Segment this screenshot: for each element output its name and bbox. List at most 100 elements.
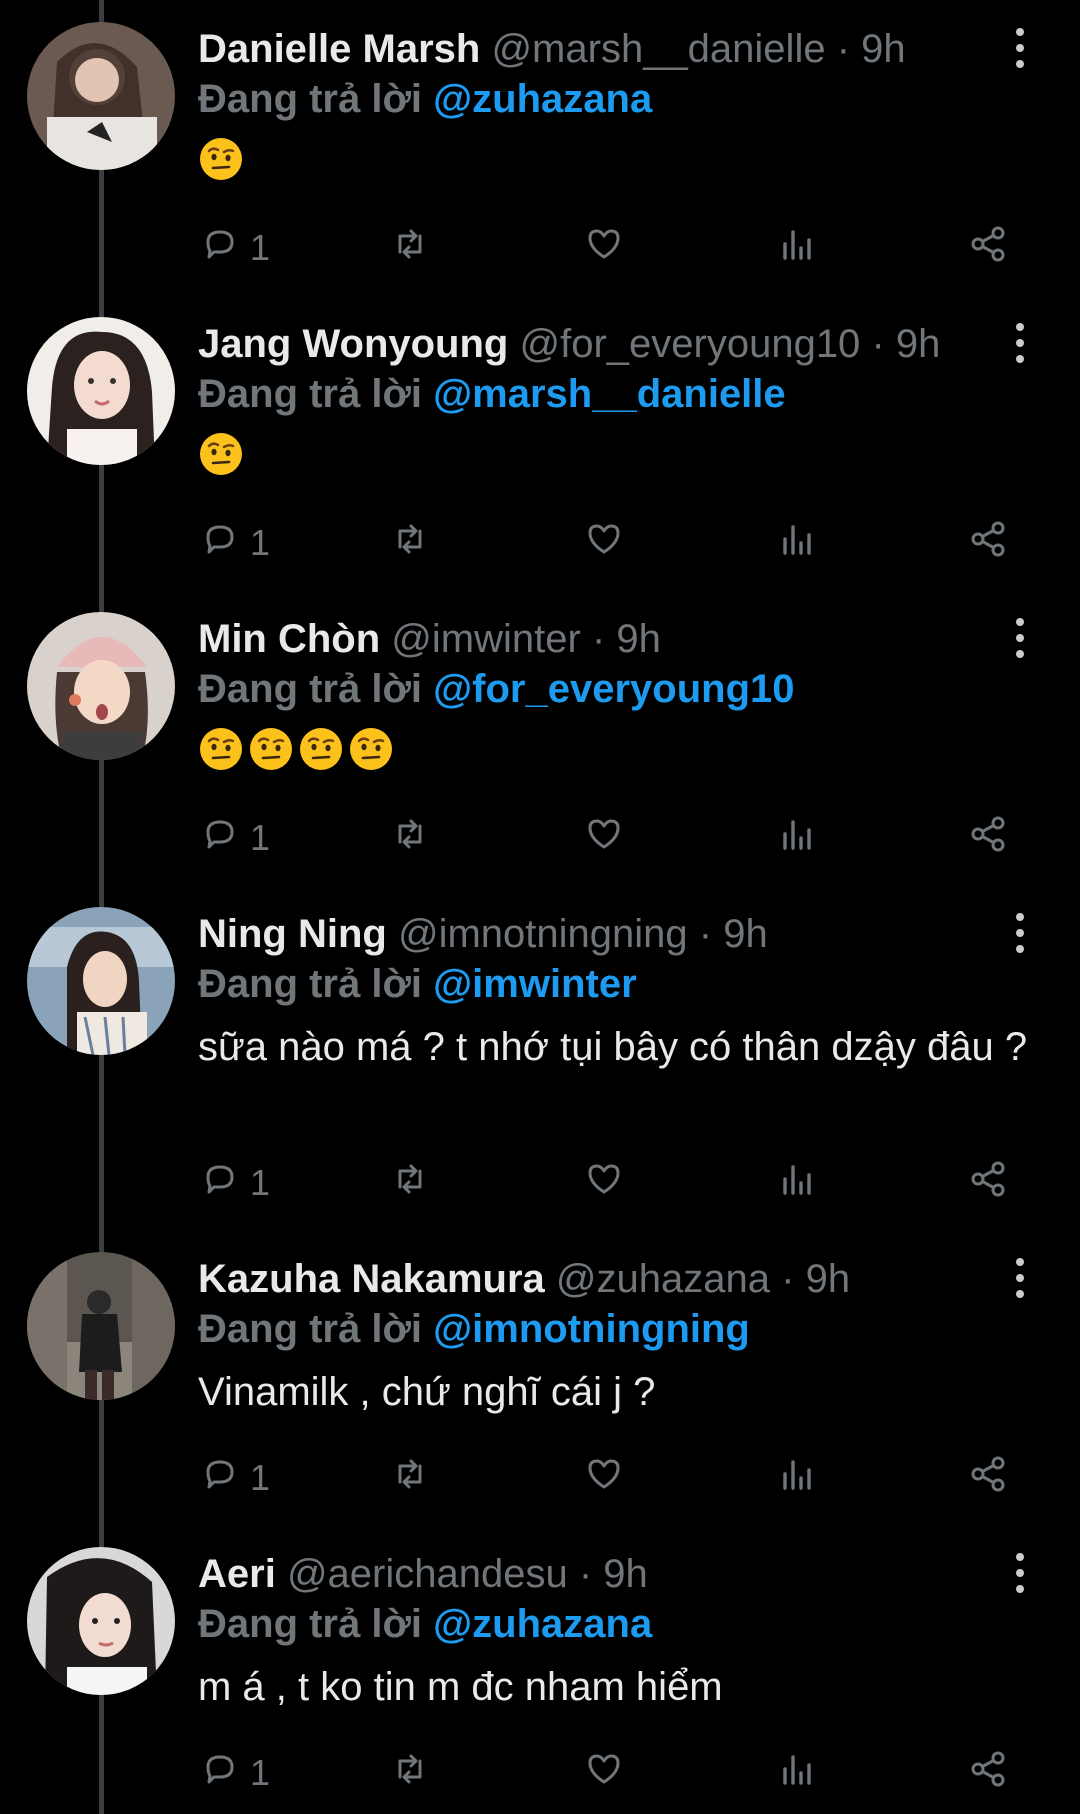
like-button[interactable]: [584, 1743, 624, 1803]
handle[interactable]: @for_everyoung10: [519, 322, 860, 366]
tweet[interactable]: Danielle Marsh @marsh__danielle · 9h Đan…: [0, 0, 1080, 295]
avatar[interactable]: [27, 612, 175, 760]
avatar[interactable]: [27, 317, 175, 465]
reply-icon: [200, 1749, 240, 1798]
reply-button[interactable]: 1: [200, 1743, 270, 1803]
timestamp[interactable]: 9h: [861, 27, 906, 71]
reply-mention[interactable]: @for_everyoung10: [433, 667, 794, 711]
tweet[interactable]: Min Chòn @imwinter · 9h Đang trả lời @fo…: [0, 590, 1080, 885]
tweet-body: [198, 431, 1048, 477]
tweet-header: Min Chòn @imwinter · 9h: [198, 616, 970, 662]
tweet[interactable]: Ning Ning @imnotningning · 9h Đang trả l…: [0, 885, 1080, 1230]
reply-button[interactable]: 1: [200, 1448, 270, 1508]
share-button[interactable]: [968, 1448, 1008, 1508]
share-icon: [968, 224, 1008, 273]
reply-mention[interactable]: @imnotningning: [433, 1307, 750, 1351]
like-button[interactable]: [584, 1153, 624, 1213]
reply-count: 1: [250, 1752, 271, 1793]
reply-mention[interactable]: @zuhazana: [433, 1602, 652, 1646]
share-button[interactable]: [968, 513, 1008, 573]
timestamp[interactable]: 9h: [616, 617, 661, 661]
retweet-button[interactable]: [390, 1153, 430, 1213]
timestamp[interactable]: 9h: [806, 1257, 851, 1301]
reply-button[interactable]: 1: [200, 513, 270, 573]
avatar[interactable]: [27, 1547, 175, 1695]
handle[interactable]: @marsh__danielle: [491, 27, 825, 71]
reply-mention[interactable]: @marsh__danielle: [433, 372, 786, 416]
reply-mention[interactable]: @imwinter: [433, 962, 636, 1006]
timestamp[interactable]: 9h: [896, 322, 941, 366]
retweet-button[interactable]: [390, 1448, 430, 1508]
display-name[interactable]: Jang Wonyoung: [198, 322, 508, 366]
replying-to: Đang trả lời @imwinter: [198, 961, 1020, 1007]
retweet-button[interactable]: [390, 218, 430, 278]
display-name[interactable]: Danielle Marsh: [198, 27, 480, 71]
share-icon: [968, 519, 1008, 568]
handle[interactable]: @imnotningning: [398, 912, 688, 956]
separator: ·: [578, 1552, 593, 1596]
tweet[interactable]: Aeri @aerichandesu · 9h Đang trả lời @zu…: [0, 1525, 1080, 1814]
like-button[interactable]: [584, 808, 624, 868]
reply-icon: [200, 519, 240, 568]
avatar[interactable]: [27, 22, 175, 170]
views-button[interactable]: [777, 1153, 817, 1213]
analytics-icon: [777, 1454, 817, 1503]
views-button[interactable]: [777, 808, 817, 868]
display-name[interactable]: Min Chòn: [198, 617, 380, 661]
emoji-row: [198, 431, 1048, 477]
timestamp[interactable]: 9h: [603, 1552, 648, 1596]
views-button[interactable]: [777, 218, 817, 278]
reply-icon: [200, 814, 240, 863]
display-name[interactable]: Kazuha Nakamura: [198, 1257, 545, 1301]
share-icon: [968, 814, 1008, 863]
views-button[interactable]: [777, 1743, 817, 1803]
avatar[interactable]: [27, 1252, 175, 1400]
replying-to-label: Đang trả lời: [198, 372, 423, 416]
tweet[interactable]: Kazuha Nakamura @zuhazana · 9h Đang trả …: [0, 1230, 1080, 1525]
more-options-button[interactable]: [1000, 618, 1040, 658]
more-options-button[interactable]: [1000, 913, 1040, 953]
heart-icon: [584, 224, 624, 273]
retweet-button[interactable]: [390, 1743, 430, 1803]
tweet-header: Kazuha Nakamura @zuhazana · 9h: [198, 1256, 970, 1302]
display-name[interactable]: Ning Ning: [198, 912, 387, 956]
like-button[interactable]: [584, 1448, 624, 1508]
reply-button[interactable]: 1: [200, 1153, 270, 1213]
display-name[interactable]: Aeri: [198, 1552, 276, 1596]
handle[interactable]: @zuhazana: [556, 1257, 770, 1301]
retweet-icon: [390, 519, 430, 568]
more-options-button[interactable]: [1000, 1553, 1040, 1593]
avatar[interactable]: [27, 907, 175, 1055]
reply-count: 1: [250, 227, 271, 268]
more-options-button[interactable]: [1000, 28, 1040, 68]
reply-button[interactable]: 1: [200, 808, 270, 868]
timestamp[interactable]: 9h: [723, 912, 768, 956]
share-button[interactable]: [968, 218, 1008, 278]
share-button[interactable]: [968, 1743, 1008, 1803]
action-bar: 1: [0, 1743, 1080, 1803]
separator: ·: [698, 912, 713, 956]
replying-to: Đang trả lời @zuhazana: [198, 1601, 1020, 1647]
reply-button[interactable]: 1: [200, 218, 270, 278]
like-button[interactable]: [584, 513, 624, 573]
action-bar: 1: [0, 513, 1080, 573]
heart-icon: [584, 1749, 624, 1798]
retweet-button[interactable]: [390, 513, 430, 573]
tweet[interactable]: Jang Wonyoung @for_everyoung10 · 9h Đang…: [0, 295, 1080, 590]
share-button[interactable]: [968, 808, 1008, 868]
reply-mention[interactable]: @zuhazana: [433, 77, 652, 121]
separator: ·: [836, 27, 851, 71]
more-options-button[interactable]: [1000, 323, 1040, 363]
share-button[interactable]: [968, 1153, 1008, 1213]
reply-icon: [200, 224, 240, 273]
handle[interactable]: @imwinter: [391, 617, 581, 661]
views-button[interactable]: [777, 513, 817, 573]
raised-eyebrow-emoji: [348, 726, 394, 772]
more-options-button[interactable]: [1000, 1258, 1040, 1298]
separator: ·: [591, 617, 606, 661]
tweet-header: Jang Wonyoung @for_everyoung10 · 9h: [198, 321, 970, 367]
views-button[interactable]: [777, 1448, 817, 1508]
handle[interactable]: @aerichandesu: [287, 1552, 568, 1596]
like-button[interactable]: [584, 218, 624, 278]
retweet-button[interactable]: [390, 808, 430, 868]
